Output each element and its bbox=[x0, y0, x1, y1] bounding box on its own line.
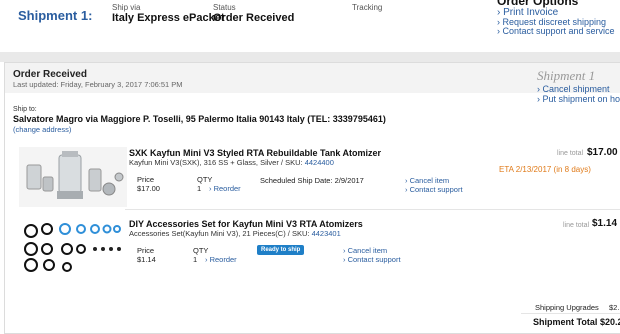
status-label: Status bbox=[213, 3, 236, 12]
item-2-price: $1.14 bbox=[137, 255, 156, 264]
o-ring-kit-photo[interactable] bbox=[19, 215, 127, 275]
shipment-summary-bar: Shipment 1: Ship via Italy Express ePack… bbox=[0, 0, 620, 52]
shipping-upgrades-label: Shipping Upgrades bbox=[535, 303, 599, 312]
section-separator bbox=[0, 52, 620, 62]
ship-via-label: Ship via bbox=[112, 3, 141, 12]
item-2-price-label: Price bbox=[137, 246, 155, 255]
tracking-label: Tracking bbox=[352, 3, 383, 12]
change-address-link[interactable]: (change address) bbox=[13, 125, 71, 134]
shipment-total-value: $20.2 bbox=[600, 317, 620, 327]
item-1-title[interactable]: SXK Kayfun Mini V3 Styled RTA Rebuildabl… bbox=[129, 148, 381, 158]
item-2-variant-text: Accessories Set(Kayfun Mini V3), 21 Piec… bbox=[129, 229, 312, 238]
status-value: Order Received bbox=[213, 12, 295, 24]
item-1-qty-label: QTY bbox=[197, 175, 213, 184]
item-2-cancel-link[interactable]: › Cancel item bbox=[343, 246, 387, 255]
item-2-line-total: $1.14 bbox=[592, 218, 618, 229]
item-1-line-total: $17.00 bbox=[587, 147, 618, 158]
item-1-ship-date: Scheduled Ship Date: 2/9/2017 bbox=[260, 176, 364, 185]
kayfun-atomizer-photo[interactable] bbox=[19, 147, 127, 207]
ship-to-address: Salvatore Magro via Maggiore P. Toselli,… bbox=[13, 114, 386, 124]
shipment-title: Shipment 1 bbox=[537, 68, 596, 83]
contact-support-service-link[interactable]: › Contact support and service bbox=[497, 26, 615, 36]
item-divider bbox=[125, 209, 620, 210]
cancel-shipment-link[interactable]: › Cancel shipment bbox=[537, 84, 610, 94]
item-1-line-total-label: line total bbox=[557, 150, 584, 157]
order-status-title: Order Received bbox=[13, 69, 87, 80]
ship-to-label: Ship to: bbox=[13, 106, 37, 113]
item-2-qty: 1 bbox=[193, 255, 198, 264]
order-panel: Order Received Last updated: Friday, Feb… bbox=[4, 62, 620, 334]
item-2-line-total-label: line total bbox=[563, 222, 590, 229]
item-2-qty-label: QTY bbox=[193, 246, 209, 255]
item-1-eta: ETA 2/13/2017 (in 8 days) bbox=[499, 165, 591, 174]
ready-to-ship-badge: Ready to ship bbox=[257, 245, 305, 255]
shipping-upgrades-value: $2. bbox=[609, 303, 620, 312]
item-2-title[interactable]: DIY Accessories Set for Kayfun Mini V3 R… bbox=[129, 219, 363, 229]
item-1-contact-support-link[interactable]: › Contact support bbox=[405, 185, 463, 194]
last-updated-text: Last updated: Friday, February 3, 2017 7… bbox=[13, 80, 183, 89]
item-1-cancel-link[interactable]: › Cancel item bbox=[405, 176, 449, 185]
item-1-price: $17.00 bbox=[137, 184, 160, 193]
item-2-subtitle: Accessories Set(Kayfun Mini V3), 21 Piec… bbox=[129, 229, 341, 238]
totals-divider bbox=[521, 313, 620, 314]
item-2-contact-support-link[interactable]: › Contact support bbox=[343, 255, 401, 264]
item-2-sku-link[interactable]: 4423401 bbox=[312, 229, 341, 238]
item-1-reorder-link[interactable]: › Reorder bbox=[209, 184, 241, 193]
item-1-qty: 1 bbox=[197, 184, 202, 193]
item-1-price-label: Price bbox=[137, 175, 155, 184]
item-1-sku-link[interactable]: 4424400 bbox=[305, 158, 334, 167]
item-1-variant-text: Kayfun Mini V3(SXK), 316 SS + Glass, Sil… bbox=[129, 158, 305, 167]
put-on-hold-link[interactable]: › Put shipment on hold bbox=[537, 94, 620, 104]
item-2-reorder-link[interactable]: › Reorder bbox=[205, 255, 237, 264]
item-1-subtitle: Kayfun Mini V3(SXK), 316 SS + Glass, Sil… bbox=[129, 158, 334, 167]
shipment-label: Shipment 1: bbox=[18, 8, 93, 23]
shipment-total-label: Shipment Total bbox=[533, 317, 598, 327]
ship-via-value: Italy Express ePacket bbox=[112, 12, 225, 24]
